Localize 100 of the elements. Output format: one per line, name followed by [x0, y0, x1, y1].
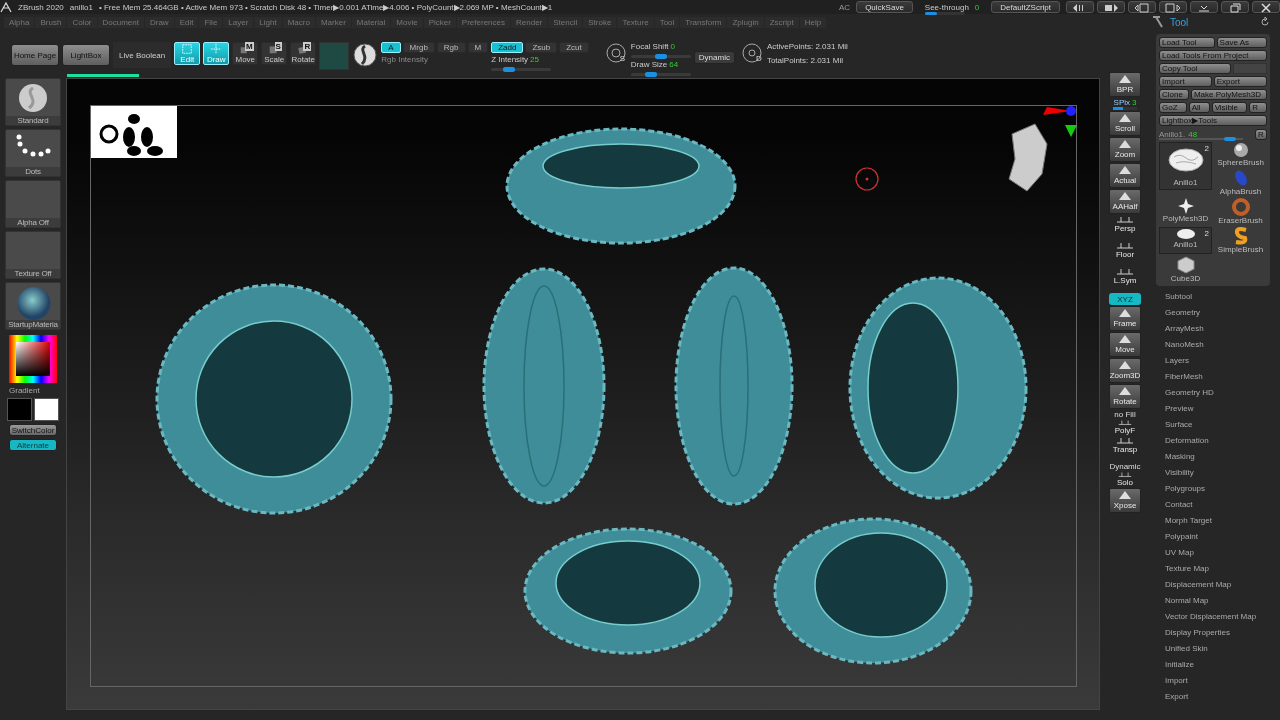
view-tool-button[interactable]: Rotate: [1109, 384, 1141, 409]
quicksave-button[interactable]: QuickSave: [856, 1, 913, 13]
tool-button[interactable]: M Move: [232, 42, 259, 65]
tool-button[interactable]: R Rotate: [290, 42, 317, 65]
dynamic-button[interactable]: Dynamic: [693, 51, 735, 64]
view-tool-button[interactable]: Persp: [1109, 215, 1141, 240]
focal-shift-slider[interactable]: [654, 54, 667, 59]
palette-menu-item[interactable]: Contact: [1165, 500, 1280, 516]
palette-menu-item[interactable]: Subtool: [1165, 292, 1280, 308]
palette-menu-item[interactable]: Import: [1165, 676, 1280, 692]
palette-menu-item[interactable]: Polygroups: [1165, 484, 1280, 500]
head-gizmo-icon[interactable]: [1008, 123, 1048, 192]
reset-button[interactable]: R: [1255, 128, 1267, 140]
view-tool-button[interactable]: Zoom: [1109, 137, 1141, 162]
color-picker[interactable]: [9, 335, 57, 383]
see-through-fill[interactable]: [924, 11, 937, 15]
tool-panel-button[interactable]: Copy Tool: [1159, 63, 1231, 74]
palette-menu-item[interactable]: Morph Target: [1165, 516, 1280, 532]
view-tool-button[interactable]: Floor: [1109, 241, 1141, 266]
palette-menu-item[interactable]: Normal Map: [1165, 596, 1280, 612]
palette-menu-item[interactable]: Unified Skin: [1165, 644, 1280, 660]
palette-menu-item[interactable]: Geometry: [1165, 308, 1280, 324]
tool-panel-button[interactable]: Save As: [1216, 37, 1267, 48]
shelf-thumbnail[interactable]: Standard: [5, 78, 61, 126]
palette-menu-item[interactable]: NanoMesh: [1165, 340, 1280, 356]
subtool-slider[interactable]: [1223, 137, 1236, 141]
palette-menu-item[interactable]: Displacement Map: [1165, 580, 1280, 596]
view-tool-button[interactable]: Dynamic Solo: [1109, 462, 1141, 487]
mode-toggle[interactable]: A: [381, 42, 401, 53]
palette-menu-item[interactable]: Display Properties: [1165, 628, 1280, 644]
palette-menu-item[interactable]: Deformation: [1165, 436, 1280, 452]
view-tool-button[interactable]: Xpose: [1109, 488, 1141, 513]
tool-thumbnail[interactable]: PolyMesh3D: [1159, 198, 1212, 225]
secondary-color-swatch[interactable]: [34, 398, 59, 421]
shelf-button[interactable]: Home Page: [11, 44, 59, 66]
shelf-button[interactable]: LightBox: [62, 44, 110, 66]
view-tool-button[interactable]: Transp: [1109, 436, 1141, 461]
palette-menu-item[interactable]: ArrayMesh: [1165, 324, 1280, 340]
switch-color-button[interactable]: SwitchColor: [9, 424, 57, 436]
palette-menu-item[interactable]: Initialize: [1165, 660, 1280, 676]
tool-thumbnail[interactable]: 2 Anillo1: [1159, 142, 1212, 190]
layout-right-icon[interactable]: [1164, 2, 1182, 14]
axis-gizmo-icon[interactable]: [1043, 106, 1077, 137]
tool-thumbnail[interactable]: EraserBrush: [1214, 198, 1267, 225]
palette-menu-item[interactable]: FiberMesh: [1165, 372, 1280, 388]
palette-menu-item[interactable]: Polypaint: [1165, 532, 1280, 548]
layout-left-icon[interactable]: [1133, 2, 1151, 14]
depth-toggle[interactable]: Zadd: [491, 42, 524, 53]
alternate-toggle[interactable]: Alternate: [9, 439, 57, 451]
view-tool-button[interactable]: Scroll: [1109, 111, 1141, 136]
palette-menu-item[interactable]: Layers: [1165, 356, 1280, 372]
view-tool-button[interactable]: Move: [1109, 332, 1141, 357]
tool-panel-button[interactable]: Make PolyMesh3D: [1190, 89, 1267, 100]
shelf-thumbnail[interactable]: Dots: [5, 129, 61, 177]
palette-menu-item[interactable]: Texture Map: [1165, 564, 1280, 580]
tool-button[interactable]: S Scale: [261, 42, 288, 65]
main-color-swatch[interactable]: [7, 398, 32, 421]
palette-menu-item[interactable]: Geometry HD: [1165, 388, 1280, 404]
view-tool-button[interactable]: AAHalf: [1109, 189, 1141, 214]
palette-menu-item[interactable]: Surface: [1165, 420, 1280, 436]
palette-menu-item[interactable]: Masking: [1165, 452, 1280, 468]
view-tool-button[interactable]: L.Sym: [1109, 267, 1141, 292]
shelf-thumbnail[interactable]: Texture Off: [5, 231, 61, 279]
mode-toggle[interactable]: M: [467, 42, 489, 53]
tool-thumbnail[interactable]: AlphaBrush: [1214, 169, 1267, 196]
view-tool-button[interactable]: no Fill PolyF: [1109, 410, 1141, 435]
tool-panel-button[interactable]: Export: [1213, 76, 1267, 87]
mode-toggle[interactable]: Mrgb: [402, 42, 435, 53]
view-tool-button[interactable]: BPR: [1109, 72, 1141, 97]
reset-icon[interactable]: [1260, 17, 1270, 27]
palette-menu-item[interactable]: Vector Displacement Map: [1165, 612, 1280, 628]
palette-menu-item[interactable]: UV Map: [1165, 548, 1280, 564]
palette-menu-item[interactable]: Export: [1165, 692, 1280, 708]
tool-panel-button[interactable]: All: [1188, 102, 1210, 113]
tool-thumbnail[interactable]: Cube3D: [1159, 256, 1212, 283]
spix-slider-fill[interactable]: [1113, 107, 1123, 110]
material-swatch[interactable]: [319, 42, 350, 70]
depth-toggle[interactable]: Zcut: [559, 42, 589, 53]
tool-panel-button[interactable]: Load Tools From Project: [1159, 50, 1267, 61]
tool-panel-button[interactable]: GoZ: [1159, 102, 1187, 113]
tool-panel-button[interactable]: Load Tool: [1159, 37, 1215, 48]
mode-toggle[interactable]: Rgb: [436, 42, 466, 53]
view-tool-button[interactable]: Frame: [1109, 306, 1141, 331]
tool-panel-button[interactable]: Clone: [1159, 89, 1189, 100]
xyz-toggle[interactable]: XYZ: [1109, 293, 1141, 305]
palette-menu-item[interactable]: Preview: [1165, 404, 1280, 420]
tool-panel-button[interactable]: Visible: [1211, 102, 1248, 113]
tool-thumbnail[interactable]: SphereBrush: [1214, 142, 1267, 167]
tool-thumbnail[interactable]: SimpleBrush: [1214, 227, 1267, 254]
tool-panel-button[interactable]: Lightbox▶Tools: [1159, 115, 1267, 126]
sphere-brush-icon[interactable]: [352, 42, 379, 68]
depth-toggle[interactable]: Zsub: [525, 42, 558, 53]
live-boolean-label[interactable]: Live Boolean: [113, 42, 172, 68]
palette-menu-item[interactable]: Visibility: [1165, 468, 1280, 484]
tool-panel-button[interactable]: Import: [1159, 76, 1212, 87]
tool-thumbnail[interactable]: 2 Anillo1: [1159, 227, 1212, 254]
tool-panel-button[interactable]: R: [1249, 102, 1268, 113]
view-tool-button[interactable]: Actual: [1109, 163, 1141, 188]
view-tool-button[interactable]: Zoom3D: [1109, 358, 1141, 383]
shelf-thumbnail[interactable]: StartupMateria: [5, 282, 61, 330]
